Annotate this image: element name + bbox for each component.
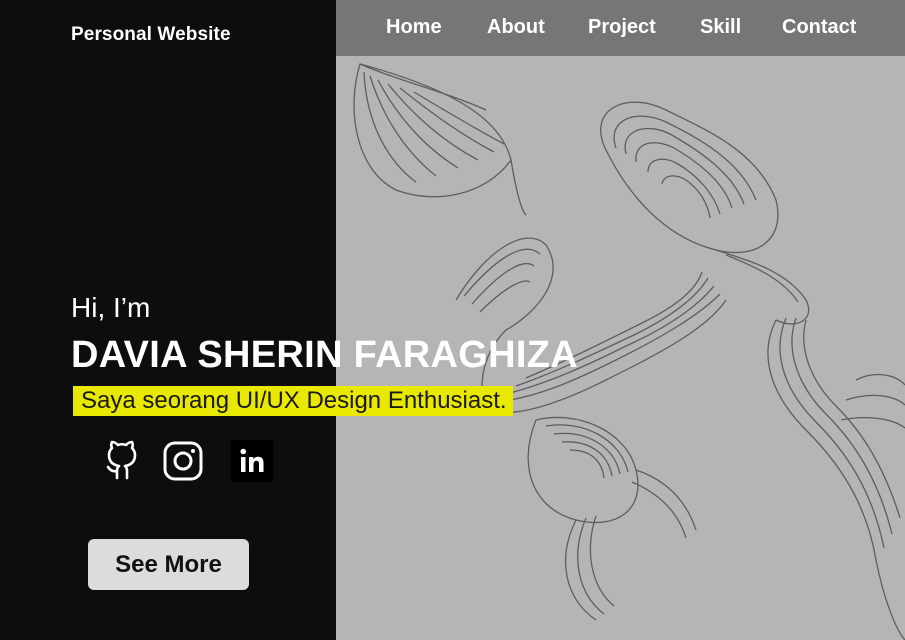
nav-skill-link[interactable]: Skill <box>700 16 741 39</box>
linkedin-icon[interactable] <box>231 440 273 482</box>
top-navbar: Home About Project Skill Contact <box>336 0 905 56</box>
see-more-button[interactable]: See More <box>88 539 249 590</box>
nav-home-link[interactable]: Home <box>386 16 442 39</box>
line-art-illustration <box>353 63 905 640</box>
hero-tagline: Saya seorang UI/UX Design Enthusiast. <box>81 387 507 414</box>
instagram-icon[interactable] <box>162 440 204 482</box>
nav-contact-link[interactable]: Contact <box>782 16 856 39</box>
hero-tagline-highlight: Saya seorang UI/UX Design Enthusiast. <box>73 386 513 416</box>
hero-artwork-panel <box>336 0 905 640</box>
site-brand[interactable]: Personal Website <box>71 24 231 46</box>
hero-greeting: Hi, I’m <box>71 292 151 323</box>
hero-name: DAVIA SHERIN FARAGHIZA <box>71 334 578 376</box>
nav-project-link[interactable]: Project <box>588 16 656 39</box>
nav-about-link[interactable]: About <box>487 16 545 39</box>
github-icon[interactable] <box>101 440 143 482</box>
